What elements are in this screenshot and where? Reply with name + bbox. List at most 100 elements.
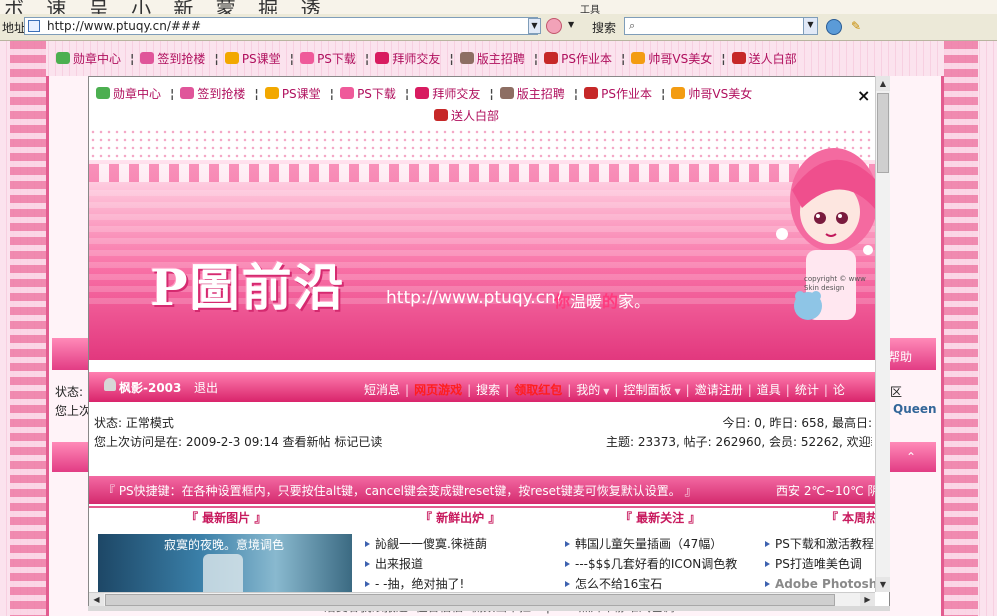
page-icon — [28, 20, 40, 32]
user-menu-item[interactable]: 道具 — [757, 381, 781, 398]
list-item[interactable]: 怎么不给16宝石 — [565, 574, 757, 594]
user-menu-item[interactable]: 统计 — [795, 381, 819, 398]
list-item[interactable]: 訫觎一一傻寞.徕裢蓢 — [365, 534, 555, 554]
nav-item-label: 版主招聘 — [516, 87, 565, 101]
user-menu-item[interactable]: 搜索 — [476, 381, 500, 398]
address-dropdown-button[interactable]: ▼ — [528, 18, 541, 34]
list-item[interactable]: PS下载和激活教程 — [765, 534, 875, 554]
popup-nav-bar: 勋章中心 ¦ 签到抢楼 ¦ PS课堂 ¦ PS下载 ¦ 拜师交友 ¦ 版主招聘 ¦ PS作业本 ¦ 帅哥VS… — [96, 83, 856, 129]
nav-item-label: 帅哥VS美女 — [688, 87, 753, 101]
nav-item[interactable]: PS下载 — [300, 50, 356, 67]
list-item[interactable]: PS打造唯美色调 — [765, 554, 875, 574]
search-input[interactable]: ⌕ ▼ — [624, 17, 818, 35]
window-title-fragment: ボ 速 呈 小 新 蒙 掘 透 — [4, 0, 329, 15]
search-dropdown-icon[interactable]: ▼ — [803, 18, 817, 34]
nav-item[interactable]: 签到抢楼 — [140, 50, 205, 67]
list-item[interactable]: - -抽，绝对抽了! — [365, 574, 555, 594]
menu-tools[interactable]: 工具 — [580, 1, 600, 14]
nav-item[interactable]: PS作业本 — [544, 50, 612, 67]
gift-icon — [731, 52, 746, 64]
user-menu-item[interactable]: 论 — [833, 381, 845, 398]
last-visit: 您上次访问是在: 2009-2-3 09:14 查看新帖 标记已读 — [94, 435, 383, 449]
decorative-left-rail — [10, 41, 46, 616]
latest-image-thumbnail[interactable]: 寂寞的夜晚。意境调色 — [98, 534, 352, 594]
caret-down-icon[interactable]: ▼ — [603, 387, 609, 396]
nav-item[interactable]: 帅哥VS美女 — [631, 50, 712, 67]
nav-item-label: 拜师交友 — [432, 87, 481, 101]
site-tagline: 你温暖的家。 — [554, 288, 650, 312]
engine-dropdown-icon[interactable]: ▼ — [568, 20, 574, 29]
caret-down-icon[interactable]: ▼ — [674, 387, 680, 396]
nav-item[interactable]: 版主招聘 — [459, 50, 525, 67]
nav-separator: ¦ — [489, 87, 494, 101]
nav-separator: ¦ — [573, 87, 579, 101]
address-value[interactable]: http://www.ptuqy.cn/### — [47, 19, 201, 33]
nav-item[interactable]: 帅哥VS美女 — [671, 83, 752, 105]
nav-item[interactable]: 拜师交友 — [415, 83, 480, 105]
nav-item[interactable]: 版主招聘 — [499, 83, 565, 105]
user-menu-item[interactable]: 控制面板 — [623, 381, 671, 398]
scroll-right-icon[interactable]: ▶ — [860, 593, 875, 607]
scroll-thumb[interactable] — [877, 93, 889, 173]
user-menu: 短消息 | 网页游戏 | 搜索 | 领取红包 | 我的 ▼ | 控制面板 ▼ | 邀请注册 | 道具 | 统计 | 论 — [364, 381, 845, 398]
menu-separator: | — [823, 383, 828, 397]
nav-item-label: 签到抢楼 — [197, 87, 246, 101]
pen-icon[interactable]: ✎ — [851, 19, 867, 35]
search-icon: ⌕ — [629, 19, 636, 32]
bear-icon — [631, 52, 646, 64]
nav-item-label: PS下载 — [357, 87, 396, 101]
close-icon[interactable]: × — [857, 86, 870, 105]
nav-item[interactable]: 勋章中心 — [56, 50, 121, 67]
nav-item-label: PS课堂 — [241, 52, 281, 66]
flower-icon — [375, 52, 390, 64]
focus-list: 韩国儿童矢量插画（47幅） ---$$$几套好看的ICON调色教 怎么不给16宝… — [565, 534, 757, 594]
calendar-icon — [459, 52, 474, 64]
user-menu-item[interactable]: 邀请注册 — [695, 381, 743, 398]
nav-item-label: 拜师交友 — [392, 52, 441, 66]
nav-item[interactable]: 送人白部 — [731, 50, 797, 67]
nav-item[interactable]: PS下载 — [340, 83, 396, 105]
address-input[interactable]: http://www.ptuqy.cn/### — [24, 17, 538, 35]
section-weekly-hot: 『 本周热 — [826, 511, 879, 525]
logout-link[interactable]: 退出 — [194, 379, 218, 396]
nav-separator: ¦ — [449, 52, 454, 66]
bg-collapse-icon[interactable]: ⌃ — [906, 450, 916, 464]
vertical-scrollbar[interactable]: ▲ ▼ — [875, 76, 890, 592]
user-menu-item[interactable]: 我的 — [576, 381, 600, 398]
bg-user-queen[interactable]: Queen — [893, 402, 937, 416]
list-item[interactable]: Adobe Photoshop — [765, 574, 875, 594]
nav-item-label: 送人白部 — [748, 52, 797, 66]
scroll-thumb-h[interactable] — [105, 594, 835, 606]
nav-item[interactable]: 送人白部 — [434, 105, 499, 127]
menu-separator: | — [747, 383, 752, 397]
search-engine-icon[interactable] — [546, 18, 562, 34]
bg-area-label: 区 — [890, 385, 903, 399]
scroll-up-icon[interactable]: ▲ — [876, 76, 890, 91]
nav-item[interactable]: PS课堂 — [264, 83, 321, 105]
menu-separator: | — [467, 383, 472, 397]
nav-item[interactable]: PS作业本 — [584, 83, 652, 105]
nav-item[interactable]: 拜师交友 — [375, 50, 440, 67]
site-logo[interactable]: P圖前沿 — [150, 248, 346, 320]
list-item[interactable]: 韩国儿童矢量插画（47幅） — [565, 534, 757, 554]
username-link[interactable]: 枫影-2003 — [119, 379, 181, 396]
user-menu-item[interactable]: 网页游戏 — [414, 381, 462, 398]
scroll-left-icon[interactable]: ◀ — [89, 593, 104, 607]
copyright-note: copyright © www Skin design — [804, 275, 866, 293]
scroll-down-icon[interactable]: ▼ — [876, 577, 890, 592]
user-menu-item[interactable]: 短消息 — [364, 381, 400, 398]
nav-item-label: 帅哥VS美女 — [648, 52, 713, 66]
nav-item[interactable]: 签到抢楼 — [180, 83, 245, 105]
header-dot-pattern — [89, 128, 875, 164]
nav-item[interactable]: 勋章中心 — [96, 83, 161, 105]
list-item[interactable]: 出来报道 — [365, 554, 555, 574]
stats-totals: 主题: 23373, 帖子: 262960, 会员: 52262, 欢迎新会 — [606, 435, 872, 449]
tv-icon — [584, 87, 599, 99]
user-menu-item[interactable]: 领取红包 — [514, 381, 562, 398]
calendar-icon — [499, 87, 514, 99]
list-item[interactable]: ---$$$几套好看的ICON调色教 — [565, 554, 757, 574]
nav-item[interactable]: PS课堂 — [224, 50, 281, 67]
horizontal-scrollbar[interactable]: ◀ ▶ — [89, 592, 875, 607]
globe-icon[interactable] — [826, 19, 842, 35]
bg-help-link[interactable]: 帮助 — [888, 348, 912, 365]
